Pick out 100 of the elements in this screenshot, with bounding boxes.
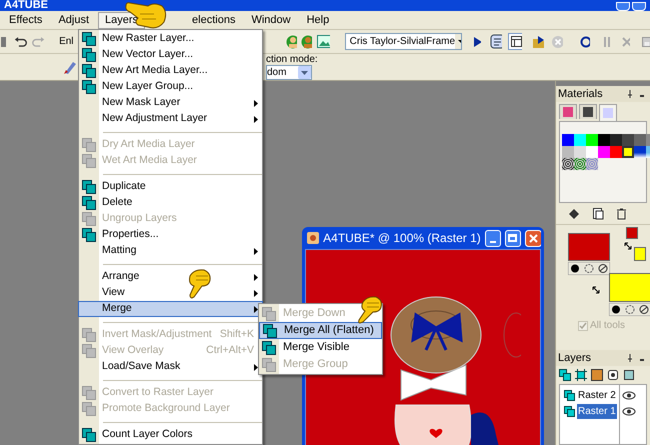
maximize-button[interactable]	[632, 2, 646, 11]
menu-item[interactable]: Delete	[79, 195, 262, 211]
option-label: ction mode:	[266, 54, 318, 65]
menu-item[interactable]: Count Layer Colors	[79, 427, 262, 443]
foreground-swatch[interactable]	[568, 233, 610, 261]
play-icon[interactable]	[472, 36, 481, 48]
submenu-arrow-icon	[254, 116, 258, 122]
mask-icon[interactable]	[607, 369, 619, 381]
color-swatch[interactable]	[574, 134, 586, 146]
color-swatch[interactable]	[574, 146, 586, 158]
menu-item[interactable]: elections	[191, 12, 242, 28]
style-buttons-icon[interactable]	[609, 303, 650, 316]
swap-icon[interactable]	[592, 285, 601, 294]
person-icon[interactable]	[300, 34, 312, 48]
layer-icon	[82, 228, 96, 242]
color-swatch[interactable]	[598, 134, 610, 146]
color-swatch[interactable]	[586, 146, 598, 158]
menu-item[interactable]: View	[79, 285, 262, 301]
dropper-icon[interactable]	[568, 208, 581, 220]
layer-icon	[82, 154, 96, 168]
new-layer-icon[interactable]	[559, 369, 571, 381]
menu-item[interactable]: Properties...	[79, 227, 262, 243]
layer-icon	[82, 48, 96, 62]
window-title: A4TUBE	[4, 0, 48, 11]
raster-layer-icon	[564, 406, 575, 417]
vector-layer-icon[interactable]	[575, 369, 587, 381]
menu-item[interactable]: Duplicate	[79, 179, 262, 195]
art-media-layer-icon[interactable]	[591, 369, 603, 381]
submenu-arrow-icon	[254, 306, 258, 312]
delete-icon[interactable]	[616, 208, 627, 220]
menu-item[interactable]: Load/Save Mask	[79, 359, 262, 375]
menu-item[interactable]: Arrange	[79, 269, 262, 285]
menu-item[interactable]: New Mask Layer	[79, 95, 262, 111]
folder-play-icon[interactable]	[532, 34, 544, 48]
menu-item[interactable]: Help	[300, 12, 336, 28]
layer-icon	[82, 428, 96, 442]
image-icon[interactable]	[317, 35, 330, 48]
swap-icon[interactable]	[624, 241, 633, 250]
dropdown-arrow-icon	[455, 34, 461, 49]
layer-icon	[263, 324, 277, 338]
pointing-hand-icon	[356, 295, 384, 325]
menu-item[interactable]: Merge Visible	[259, 339, 382, 356]
brush-icon[interactable]	[63, 59, 77, 75]
color-swatch[interactable]	[586, 134, 598, 146]
mode-dropdown[interactable]: dom	[266, 65, 312, 80]
submenu-arrow-icon	[254, 100, 258, 106]
submenu-arrow-icon	[254, 364, 258, 370]
close-button[interactable]	[525, 230, 541, 246]
layer-icon	[82, 32, 96, 46]
menu-item[interactable]: Window	[244, 12, 298, 28]
background-color-swatch[interactable]	[634, 247, 646, 261]
color-swatch[interactable]	[562, 146, 574, 158]
raster-layer-icon	[564, 390, 575, 401]
color-swatch[interactable]	[586, 158, 598, 170]
color-swatch[interactable]	[622, 146, 634, 158]
menu-item[interactable]: New Layer Group...	[79, 79, 262, 95]
palette-tab[interactable]	[579, 104, 597, 119]
copy-icon[interactable]	[593, 208, 604, 220]
menu-item[interactable]: Merge All (Flatten)	[259, 322, 382, 339]
color-swatch[interactable]	[634, 134, 646, 146]
minimize-button[interactable]	[616, 2, 630, 11]
color-swatch[interactable]	[610, 146, 622, 158]
layer-icon	[262, 306, 276, 320]
color-swatch[interactable]	[562, 158, 574, 170]
color-swatch[interactable]	[598, 146, 610, 158]
maximize-button[interactable]	[504, 230, 521, 246]
menu-item[interactable]: New Vector Layer...	[79, 47, 262, 63]
color-swatch[interactable]	[622, 134, 634, 146]
minimize-button[interactable]	[484, 230, 501, 246]
toolbar-icon[interactable]	[1, 34, 6, 48]
color-swatch[interactable]	[574, 158, 586, 170]
layer-icon	[82, 344, 96, 358]
color-swatch[interactable]	[562, 134, 574, 146]
layer-name[interactable]: Raster 2	[577, 388, 617, 403]
menu-item[interactable]: Merge	[78, 301, 263, 317]
menu-item[interactable]: Matting	[79, 243, 262, 259]
person-icon[interactable]	[286, 34, 297, 48]
palette-tab[interactable]	[559, 104, 577, 119]
window-icon[interactable]	[508, 33, 522, 50]
foreground-color-swatch[interactable]	[626, 227, 638, 239]
background-swatch[interactable]	[609, 273, 650, 302]
layer-name[interactable]: Raster 1	[577, 404, 617, 419]
layer-group-icon[interactable]	[623, 369, 635, 381]
menu-item[interactable]: New Adjustment Layer	[79, 111, 262, 127]
record-icon[interactable]	[580, 36, 590, 48]
preset-dropdown[interactable]: Cris Taylor-SilvialFrame	[344, 33, 462, 50]
menu-item[interactable]: Effects	[2, 12, 50, 28]
style-buttons-icon[interactable]	[568, 262, 610, 275]
layer-icon	[262, 340, 276, 354]
menu-item[interactable]: New Art Media Layer...	[79, 63, 262, 79]
checkbox-label: All tools	[590, 319, 626, 333]
undo-icon[interactable]	[14, 34, 27, 48]
layer-icon	[82, 80, 96, 94]
layer-icon	[82, 196, 96, 210]
menu-item[interactable]: Adjust	[51, 12, 96, 28]
script-icon[interactable]	[490, 34, 502, 49]
submenu-arrow-icon	[254, 290, 258, 296]
menu-item[interactable]: New Raster Layer...	[79, 31, 262, 47]
color-swatch[interactable]	[610, 134, 622, 146]
color-swatch[interactable]	[634, 146, 646, 158]
